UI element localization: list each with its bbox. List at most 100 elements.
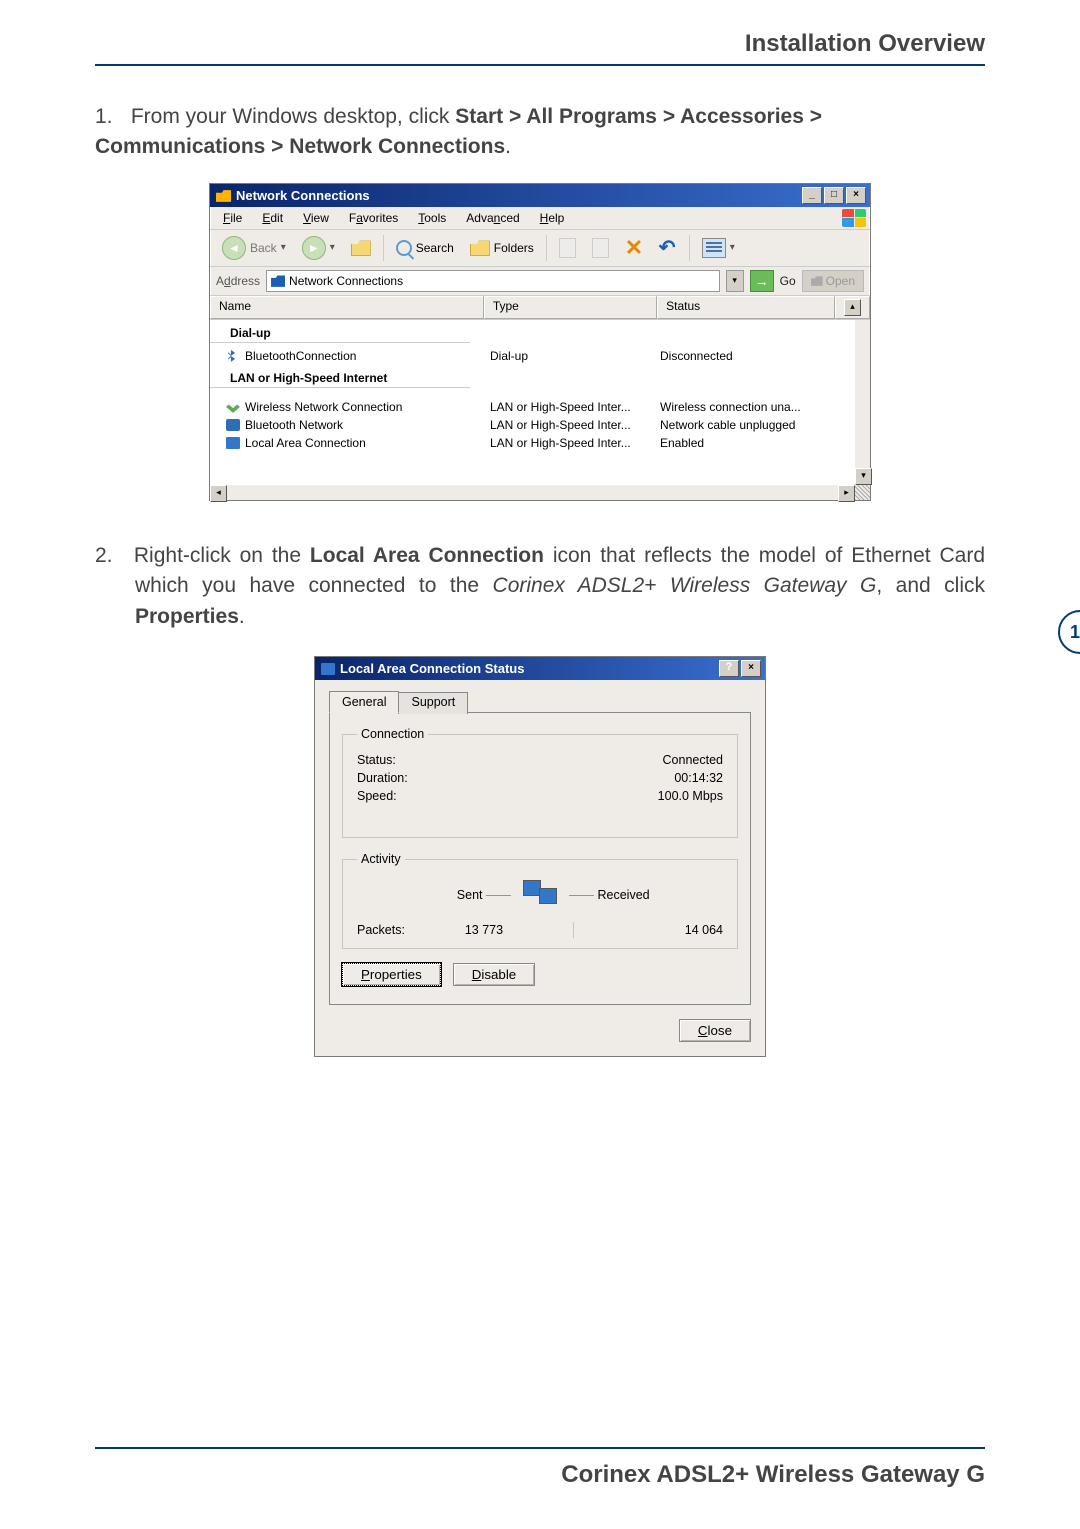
disable-button[interactable]: Disable xyxy=(453,963,535,986)
menu-file[interactable]: File xyxy=(214,209,251,227)
network-connections-window: Network Connections _ □ × File Edit View… xyxy=(209,183,871,501)
menu-help[interactable]: Help xyxy=(531,209,574,227)
speed-value: 100.0 Mbps xyxy=(658,789,723,803)
step2-t4: . xyxy=(239,605,245,628)
connection-fieldset: Connection Status:Connected Duration:00:… xyxy=(342,727,738,838)
scroll-up-button[interactable]: ▴ xyxy=(844,299,861,316)
forward-dropdown-icon: ▾ xyxy=(330,242,335,253)
moveto-button[interactable] xyxy=(553,235,582,261)
address-dropdown-button[interactable]: ▾ xyxy=(726,270,744,292)
packets-divider xyxy=(573,922,574,938)
views-icon xyxy=(702,238,726,258)
step-1: 1. From your Windows desktop, click Star… xyxy=(95,102,985,163)
folder-icon xyxy=(216,189,231,202)
received-label: —— Received xyxy=(569,888,689,902)
step2-b2: Properties xyxy=(135,605,239,628)
bluetooth-network-icon xyxy=(226,419,240,431)
forward-arrow-icon: ► xyxy=(302,236,326,260)
menu-tools[interactable]: Tools xyxy=(409,209,455,227)
row-wireless[interactable]: Wireless Network Connection LAN or High-… xyxy=(210,398,870,416)
folders-label: Folders xyxy=(494,241,534,255)
dialog-titlebar[interactable]: Local Area Connection Status ? × xyxy=(315,657,765,680)
go-button[interactable]: → xyxy=(750,270,774,292)
row-lan-status: Enabled xyxy=(660,436,835,450)
address-input[interactable]: Network Connections xyxy=(266,270,720,292)
step2-b1: Local Area Connection xyxy=(310,544,544,567)
maximize-button[interactable]: □ xyxy=(824,187,844,204)
dialog-close-button[interactable]: × xyxy=(741,660,761,677)
forward-button[interactable]: ► ▾ xyxy=(296,233,341,263)
open-folder-icon xyxy=(811,276,823,286)
up-button[interactable] xyxy=(345,237,377,259)
duration-value: 00:14:32 xyxy=(674,771,723,785)
dialog-tabs: General Support xyxy=(329,690,751,713)
close-button[interactable]: Close xyxy=(679,1019,751,1042)
menu-edit[interactable]: Edit xyxy=(253,209,292,227)
step-2-number: 2. xyxy=(95,541,125,571)
horizontal-scrollbar[interactable]: ◂ ▸ xyxy=(210,485,855,500)
window-titlebar[interactable]: Network Connections _ □ × xyxy=(210,184,870,207)
vertical-scrollbar[interactable]: ▾ xyxy=(855,320,870,485)
col-name[interactable]: Name xyxy=(210,296,484,319)
step1-suffix: . xyxy=(505,135,511,158)
row-wifi-status: Wireless connection una... xyxy=(660,400,835,414)
menu-advanced[interactable]: Advanced xyxy=(457,209,528,227)
col-status[interactable]: Status xyxy=(657,296,835,319)
address-bar: Address Network Connections ▾ → Go Open xyxy=(210,267,870,296)
folders-icon xyxy=(470,240,490,256)
address-value: Network Connections xyxy=(289,274,403,288)
back-label: Back xyxy=(250,241,277,255)
delete-button[interactable]: ✕ xyxy=(619,236,649,260)
back-button[interactable]: ◄ Back ▾ xyxy=(216,233,292,263)
scroll-left-button[interactable]: ◂ xyxy=(210,485,227,502)
scroll-down-button[interactable]: ▾ xyxy=(855,468,872,485)
column-header-row: Name Type Status ▴ xyxy=(210,296,870,320)
row-lan-name: Local Area Connection xyxy=(245,436,366,450)
views-button[interactable]: ▾ xyxy=(696,235,741,261)
packets-sent-value: 13 773 xyxy=(424,923,544,937)
help-button[interactable]: ? xyxy=(719,660,739,677)
address-label: Address xyxy=(216,274,260,288)
undo-button[interactable]: ↶ xyxy=(653,236,683,260)
properties-button[interactable]: Properties xyxy=(342,963,441,986)
back-arrow-icon: ◄ xyxy=(222,236,246,260)
row-local-area-connection[interactable]: Local Area Connection LAN or High-Speed … xyxy=(210,434,870,452)
go-label: Go xyxy=(780,274,796,288)
folders-button[interactable]: Folders xyxy=(464,237,540,259)
tab-support[interactable]: Support xyxy=(398,692,468,714)
scroll-right-button[interactable]: ▸ xyxy=(838,485,855,502)
row-wifi-name: Wireless Network Connection xyxy=(245,400,402,414)
tab-general[interactable]: General xyxy=(329,691,399,713)
menu-favorites[interactable]: Favorites xyxy=(340,209,407,227)
duration-label: Duration: xyxy=(357,771,408,785)
row-btn-status: Network cable unplugged xyxy=(660,418,835,432)
row-bt-status: Disconnected xyxy=(660,349,835,363)
resize-grip[interactable] xyxy=(855,485,870,500)
group-dialup: Dial-up xyxy=(210,320,470,343)
col-type[interactable]: Type xyxy=(484,296,657,319)
packets-received-value: 14 064 xyxy=(603,923,723,937)
step-1-text: From your Windows desktop, click Start >… xyxy=(95,105,822,158)
row-bt-type: Dial-up xyxy=(490,349,660,363)
open-button[interactable]: Open xyxy=(802,270,864,292)
row-bluetooth-network[interactable]: Bluetooth Network LAN or High-Speed Inte… xyxy=(210,416,870,434)
row-bluetooth-connection[interactable]: BluetoothConnection Dial-up Disconnected xyxy=(210,347,870,365)
step2-i1: Corinex ADSL2+ Wireless Gateway G xyxy=(493,574,877,597)
copyto-button[interactable] xyxy=(586,235,615,261)
minimize-button[interactable]: _ xyxy=(802,187,822,204)
search-icon xyxy=(396,240,412,256)
copyto-icon xyxy=(592,238,609,258)
menu-view[interactable]: View xyxy=(294,209,338,227)
close-button[interactable]: × xyxy=(846,187,866,204)
activity-fieldset: Activity Sent —— —— Received Packets: 13… xyxy=(342,852,738,949)
address-folder-icon xyxy=(271,275,285,287)
bluetooth-icon xyxy=(226,350,240,362)
header-rule xyxy=(95,64,985,66)
windows-logo-icon xyxy=(842,209,866,227)
packets-label: Packets: xyxy=(357,923,405,937)
search-button[interactable]: Search xyxy=(390,237,460,259)
step-1-number: 1. xyxy=(95,102,125,132)
row-wifi-type: LAN or High-Speed Inter... xyxy=(490,400,660,414)
status-label: Status: xyxy=(357,753,396,767)
back-dropdown-icon: ▾ xyxy=(281,242,286,253)
